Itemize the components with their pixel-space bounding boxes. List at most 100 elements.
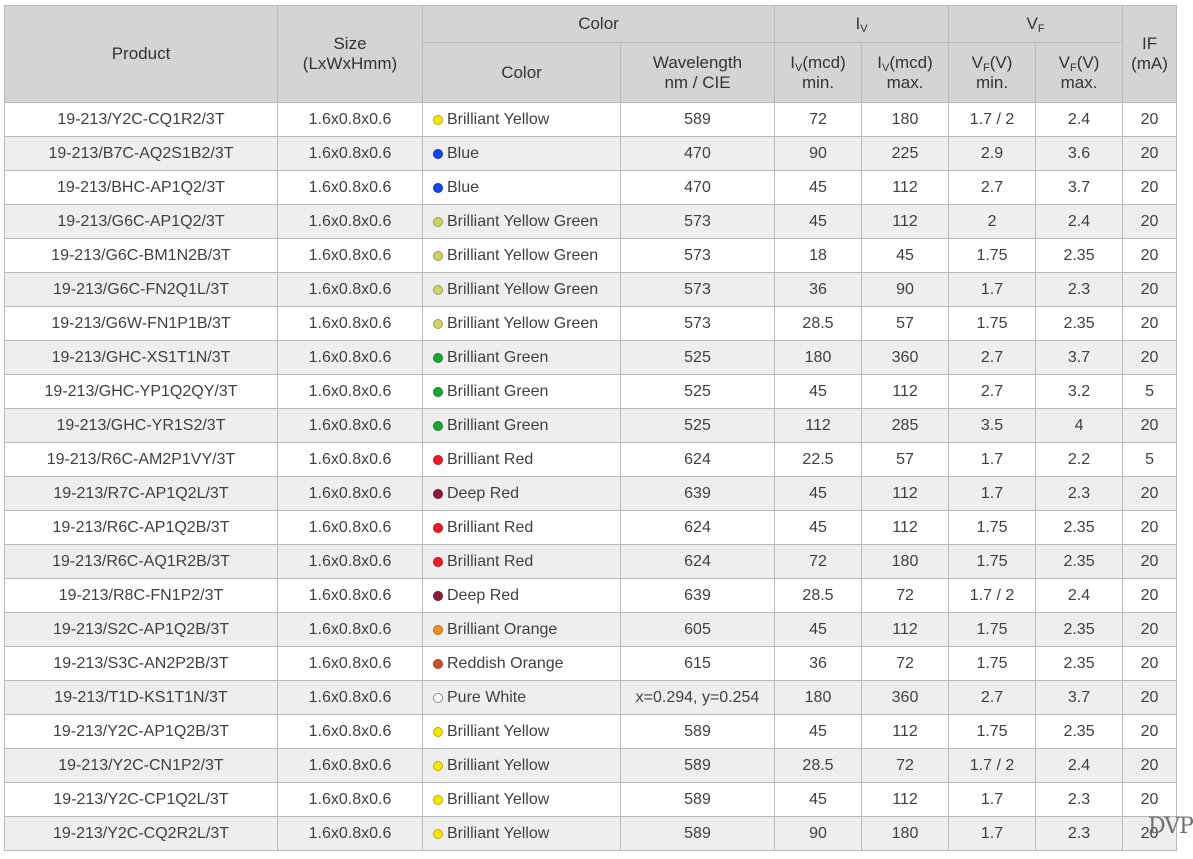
cell-if: 20 xyxy=(1122,340,1178,375)
cell-vf-min: 1.7 / 2 xyxy=(948,578,1037,613)
cell-iv-max: 45 xyxy=(860,238,950,273)
cell-product: 19-213/GHC-YP1Q2QY/3T xyxy=(4,374,278,409)
cell-if: 5 xyxy=(1122,374,1178,409)
color-label: Brilliant Yellow Green xyxy=(447,212,599,230)
cell-if: 20 xyxy=(1122,510,1178,545)
cell-color: Brilliant Green xyxy=(422,374,621,409)
cell-vf-min: 1.75 xyxy=(948,510,1037,545)
cell-iv-min: 28.5 xyxy=(774,306,862,341)
cell-product: 19-213/S3C-AN2P2B/3T xyxy=(4,646,278,681)
color-swatch-icon xyxy=(433,692,443,703)
cell-iv-max: 360 xyxy=(860,680,950,715)
cell-wavelength: x=0.294, y=0.254 xyxy=(620,680,775,715)
cell-size: 1.6x0.8x0.6 xyxy=(277,306,423,341)
cell-vf-min: 2 xyxy=(948,204,1037,239)
cell-if: 20 xyxy=(1122,578,1178,613)
cell-iv-min: 28.5 xyxy=(774,578,862,613)
cell-wavelength: 624 xyxy=(620,442,775,477)
cell-wavelength: 639 xyxy=(620,578,775,613)
color-label: Brilliant Green xyxy=(447,348,549,366)
color-label: Brilliant Yellow Green xyxy=(447,314,599,332)
cell-iv-max: 90 xyxy=(860,272,950,307)
led-spec-table: Product Size (LxWxHmm) Color IV VF IF (mA)… xyxy=(4,5,1178,851)
color-swatch-icon xyxy=(433,590,443,601)
cell-vf-min: 1.7 xyxy=(948,476,1037,511)
cell-size: 1.6x0.8x0.6 xyxy=(277,612,423,647)
table-row: 19-213/R6C-AP1Q2B/3T 1.6x0.8x0.6 Brilliant… xyxy=(4,510,1178,545)
cell-iv-max: 180 xyxy=(860,102,950,137)
header-color: Color xyxy=(422,42,621,103)
color-swatch-icon xyxy=(433,828,443,839)
cell-vf-max: 2.35 xyxy=(1035,646,1124,681)
cell-product: 19-213/R7C-AP1Q2L/3T xyxy=(4,476,278,511)
color-swatch-icon xyxy=(433,760,443,771)
cell-color: Brilliant Yellow Green xyxy=(422,204,621,239)
cell-vf-min: 1.7 / 2 xyxy=(948,102,1037,137)
cell-vf-min: 1.75 xyxy=(948,646,1037,681)
cell-size: 1.6x0.8x0.6 xyxy=(277,102,423,137)
color-label: Brilliant Yellow Green xyxy=(447,246,599,264)
header-color-group: Color xyxy=(422,5,775,43)
cell-wavelength: 589 xyxy=(620,782,775,817)
cell-wavelength: 573 xyxy=(620,272,775,307)
color-label: Brilliant Yellow xyxy=(447,790,550,808)
cell-color: Brilliant Red xyxy=(422,544,621,579)
cell-iv-max: 112 xyxy=(860,374,950,409)
cell-wavelength: 589 xyxy=(620,102,775,137)
cell-size: 1.6x0.8x0.6 xyxy=(277,340,423,375)
cell-color: Pure White xyxy=(422,680,621,715)
cell-vf-min: 1.7 xyxy=(948,816,1037,851)
cell-iv-min: 90 xyxy=(774,816,862,851)
color-label: Brilliant Red xyxy=(447,552,534,570)
cell-vf-min: 1.7 xyxy=(948,272,1037,307)
cell-product: 19-213/R6C-AP1Q2B/3T xyxy=(4,510,278,545)
table-row: 19-213/G6C-AP1Q2/3T 1.6x0.8x0.6 Brilliant … xyxy=(4,204,1178,239)
cell-vf-max: 4 xyxy=(1035,408,1124,443)
color-swatch-icon xyxy=(433,284,443,295)
table-row: 19-213/T1D-KS1T1N/3T 1.6x0.8x0.6 Pure Whit… xyxy=(4,680,1178,715)
cell-wavelength: 525 xyxy=(620,340,775,375)
table-row: 19-213/Y2C-CP1Q2L/3T 1.6x0.8x0.6 Brilliant… xyxy=(4,782,1178,817)
cell-if: 20 xyxy=(1122,272,1178,307)
cell-size: 1.6x0.8x0.6 xyxy=(277,442,423,477)
cell-size: 1.6x0.8x0.6 xyxy=(277,476,423,511)
cell-if: 20 xyxy=(1122,476,1178,511)
cell-if: 20 xyxy=(1122,238,1178,273)
color-swatch-icon xyxy=(433,624,443,635)
color-swatch-icon xyxy=(433,556,443,567)
cell-vf-max: 2.4 xyxy=(1035,748,1124,783)
cell-vf-min: 1.7 xyxy=(948,782,1037,817)
cell-vf-max: 2.3 xyxy=(1035,272,1124,307)
table-row: 19-213/S3C-AN2P2B/3T 1.6x0.8x0.6 Reddish O… xyxy=(4,646,1178,681)
cell-size: 1.6x0.8x0.6 xyxy=(277,714,423,749)
cell-product: 19-213/Y2C-CP1Q2L/3T xyxy=(4,782,278,817)
cell-color: Blue xyxy=(422,170,621,205)
cell-size: 1.6x0.8x0.6 xyxy=(277,374,423,409)
cell-product: 19-213/G6C-FN2Q1L/3T xyxy=(4,272,278,307)
table-row: 19-213/G6C-FN2Q1L/3T 1.6x0.8x0.6 Brilliant… xyxy=(4,272,1178,307)
cell-product: 19-213/R6C-AM2P1VY/3T xyxy=(4,442,278,477)
cell-wavelength: 589 xyxy=(620,816,775,851)
cell-wavelength: 624 xyxy=(620,544,775,579)
table-row: 19-213/G6W-FN1P1B/3T 1.6x0.8x0.6 Brilliant… xyxy=(4,306,1178,341)
cell-color: Brilliant Yellow Green xyxy=(422,272,621,307)
cell-if: 20 xyxy=(1122,544,1178,579)
cell-wavelength: 470 xyxy=(620,136,775,171)
table-row: 19-213/Y2C-AP1Q2B/3T 1.6x0.8x0.6 Brilliant… xyxy=(4,714,1178,749)
cell-color: Deep Red xyxy=(422,476,621,511)
cell-product: 19-213/Y2C-CQ1R2/3T xyxy=(4,102,278,137)
cell-iv-max: 112 xyxy=(860,782,950,817)
color-swatch-icon xyxy=(433,726,443,737)
table-row: 19-213/R7C-AP1Q2L/3T 1.6x0.8x0.6 Deep Red 6… xyxy=(4,476,1178,511)
cell-wavelength: 573 xyxy=(620,306,775,341)
cell-wavelength: 525 xyxy=(620,374,775,409)
table-row: 19-213/R6C-AQ1R2B/3T 1.6x0.8x0.6 Brilliant… xyxy=(4,544,1178,579)
cell-wavelength: 525 xyxy=(620,408,775,443)
color-label: Pure White xyxy=(447,688,527,706)
cell-product: 19-213/G6C-AP1Q2/3T xyxy=(4,204,278,239)
cell-vf-min: 3.5 xyxy=(948,408,1037,443)
cell-color: Brilliant Yellow Green xyxy=(422,306,621,341)
cell-vf-min: 2.7 xyxy=(948,340,1037,375)
cell-vf-min: 2.7 xyxy=(948,680,1037,715)
cell-iv-min: 28.5 xyxy=(774,748,862,783)
